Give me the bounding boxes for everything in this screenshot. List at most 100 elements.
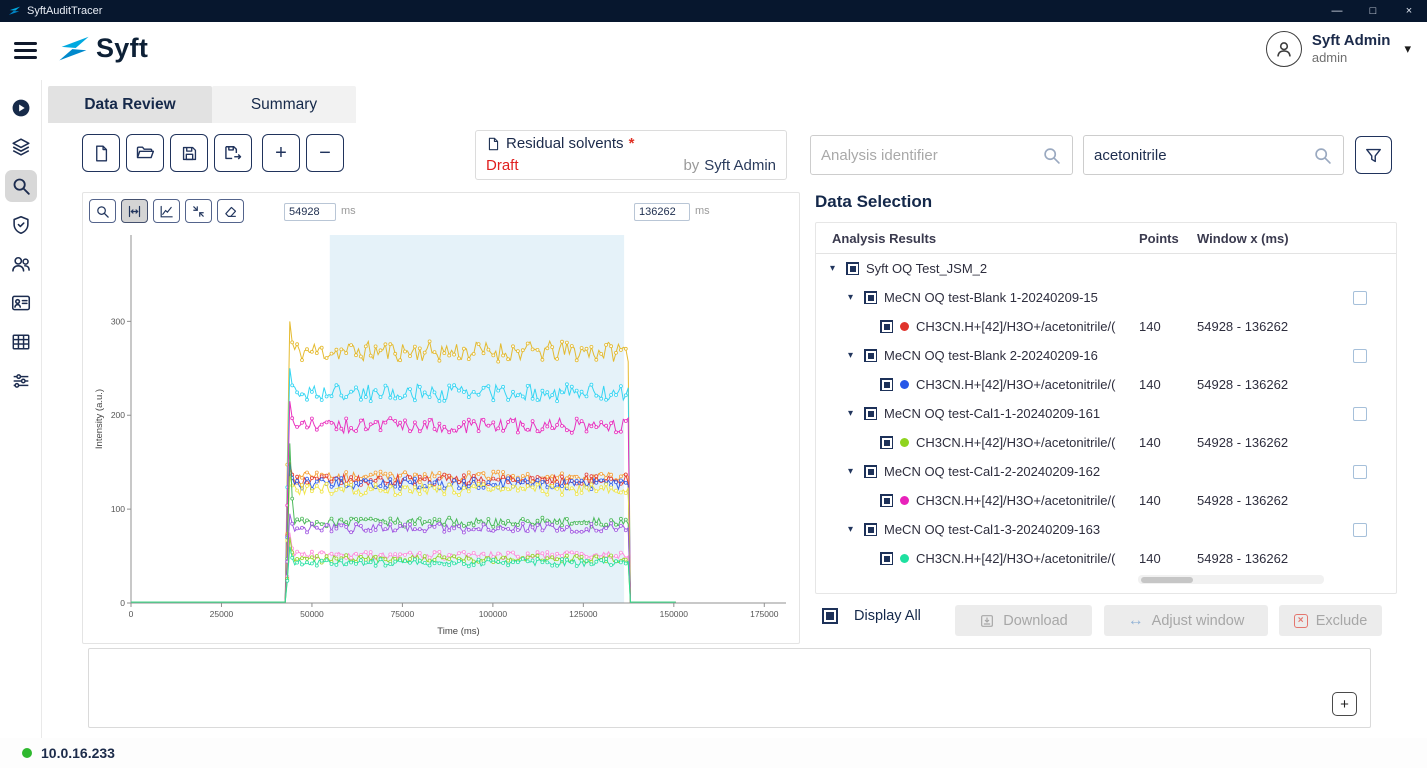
- search-icon[interactable]: [1041, 145, 1062, 166]
- download-button[interactable]: Download: [955, 605, 1092, 636]
- x-axis-label: Time (ms): [437, 626, 479, 637]
- group-select-checkbox[interactable]: [1353, 523, 1367, 537]
- trace-color-dot: [900, 380, 909, 389]
- user-menu[interactable]: Syft Admin admin ▾: [1266, 31, 1411, 67]
- compound-search-input[interactable]: [1094, 147, 1304, 164]
- chart-line-tool[interactable]: [153, 199, 180, 223]
- sidebar-item-quality[interactable]: [5, 209, 37, 241]
- tree-checkbox[interactable]: [864, 349, 877, 362]
- svg-text:300: 300: [111, 316, 125, 326]
- chart-zoom-tool[interactable]: [89, 199, 116, 223]
- display-all-toggle[interactable]: Display All: [822, 608, 921, 624]
- trace-label: CH3CN.H+[42]/H3O+/acetonitrile/(: [916, 435, 1115, 450]
- new-document-button[interactable]: [82, 134, 120, 172]
- sidebar-item-data-review[interactable]: [5, 170, 37, 202]
- tab-summary[interactable]: Summary: [212, 86, 356, 123]
- chevron-down-icon[interactable]: ▾: [1404, 41, 1411, 57]
- window-value: 54928 - 136262: [1197, 319, 1288, 334]
- tree-root-row[interactable]: ▾Syft OQ Test_JSM_2: [816, 254, 1396, 283]
- tree-group-row[interactable]: ▾MeCN OQ test-Blank 2-20240209-16: [816, 341, 1396, 370]
- intensity-time-chart[interactable]: 0250005000075000100000125000150000175000…: [91, 227, 796, 639]
- analysis-identifier-search: [810, 135, 1073, 175]
- chart-selection-window[interactable]: [330, 235, 624, 603]
- analysis-identifier-input[interactable]: [821, 147, 1033, 164]
- maximize-button[interactable]: □: [1355, 0, 1391, 22]
- tree-trace-row[interactable]: CH3CN.H+[42]/H3O+/acetonitrile/(14054928…: [816, 486, 1396, 515]
- zoom-icon: [95, 204, 110, 219]
- group-select-checkbox[interactable]: [1353, 291, 1367, 305]
- window-start-unit: ms: [341, 205, 356, 217]
- window-start-input[interactable]: [284, 203, 336, 221]
- tree-trace-row[interactable]: CH3CN.H+[42]/H3O+/acetonitrile/(14054928…: [816, 428, 1396, 457]
- tree-checkbox[interactable]: [880, 320, 893, 333]
- svg-text:75000: 75000: [391, 609, 415, 619]
- caret-down-icon[interactable]: ▾: [848, 350, 864, 361]
- save-button[interactable]: [170, 134, 208, 172]
- tree-checkbox[interactable]: [864, 465, 877, 478]
- annotations-panel: +: [88, 648, 1371, 728]
- tree-checkbox[interactable]: [880, 494, 893, 507]
- tree-group-row[interactable]: ▾MeCN OQ test-Cal1-3-20240209-163: [816, 515, 1396, 544]
- user-meta: Syft Admin admin: [1312, 32, 1391, 66]
- trace-color-dot: [900, 496, 909, 505]
- chart-erase-tool[interactable]: [217, 199, 244, 223]
- group-select-checkbox[interactable]: [1353, 465, 1367, 479]
- document-icon: [486, 136, 501, 152]
- download-icon: [979, 613, 995, 629]
- minimize-button[interactable]: —: [1319, 0, 1355, 22]
- caret-down-icon[interactable]: ▾: [848, 466, 864, 477]
- tree-checkbox[interactable]: [880, 552, 893, 565]
- tree-checkbox[interactable]: [880, 436, 893, 449]
- tree-checkbox[interactable]: [864, 407, 877, 420]
- tree-group-row[interactable]: ▾MeCN OQ test-Blank 1-20240209-15: [816, 283, 1396, 312]
- tree-checkbox[interactable]: [880, 378, 893, 391]
- chart-panel: ms ms 0250005000075000100000125000150000…: [82, 192, 800, 644]
- chart-toolbar: [89, 199, 244, 223]
- sidebar-item-batches[interactable]: [5, 131, 37, 163]
- save-as-button[interactable]: [214, 134, 252, 172]
- group-select-checkbox[interactable]: [1353, 349, 1367, 363]
- close-button[interactable]: ×: [1391, 0, 1427, 22]
- caret-down-icon[interactable]: ▾: [848, 292, 864, 303]
- trace-label: CH3CN.H+[42]/H3O+/acetonitrile/(: [916, 319, 1115, 334]
- caret-down-icon[interactable]: ▾: [830, 263, 846, 274]
- tree-checkbox[interactable]: [864, 291, 877, 304]
- tree-trace-row[interactable]: CH3CN.H+[42]/H3O+/acetonitrile/(14054928…: [816, 312, 1396, 341]
- caret-down-icon[interactable]: ▾: [848, 524, 864, 535]
- results-tree: ▾Syft OQ Test_JSM_2▾MeCN OQ test-Blank 1…: [816, 254, 1396, 573]
- exclude-button[interactable]: × Exclude: [1279, 605, 1382, 636]
- zoom-in-button[interactable]: +: [262, 134, 300, 172]
- caret-down-icon[interactable]: ▾: [848, 408, 864, 419]
- hamburger-menu-icon[interactable]: [14, 42, 37, 59]
- tree-group-row[interactable]: ▾MeCN OQ test-Cal1-1-20240209-161: [816, 399, 1396, 428]
- table-header: Analysis Results Points Window x (ms): [816, 223, 1396, 254]
- chart-collapse-tool[interactable]: [185, 199, 212, 223]
- open-button[interactable]: [126, 134, 164, 172]
- sidebar-item-run[interactable]: [5, 92, 37, 124]
- tree-trace-row[interactable]: CH3CN.H+[42]/H3O+/acetonitrile/(14054928…: [816, 370, 1396, 399]
- svg-text:100: 100: [111, 504, 125, 514]
- sidebar-item-contacts[interactable]: [5, 287, 37, 319]
- filter-button[interactable]: [1355, 136, 1392, 174]
- search-icon[interactable]: [1312, 145, 1333, 166]
- points-value: 140: [1139, 435, 1161, 450]
- tab-data-review[interactable]: Data Review: [48, 86, 212, 123]
- tree-trace-row[interactable]: CH3CN.H+[42]/H3O+/acetonitrile/(14054928…: [816, 544, 1396, 573]
- tree-group-row[interactable]: ▾MeCN OQ test-Cal1-2-20240209-162: [816, 457, 1396, 486]
- tree-checkbox[interactable]: [864, 523, 877, 536]
- window-end-input[interactable]: [634, 203, 690, 221]
- group-select-checkbox[interactable]: [1353, 407, 1367, 421]
- add-button[interactable]: +: [1332, 692, 1357, 716]
- sidebar-item-settings[interactable]: [5, 365, 37, 397]
- display-all-checkbox[interactable]: [822, 608, 838, 624]
- adjust-window-button[interactable]: ↔ Adjust window: [1104, 605, 1268, 636]
- zoom-out-button[interactable]: −: [306, 134, 344, 172]
- chart-span-tool[interactable]: [121, 199, 148, 223]
- sidebar-item-tables[interactable]: [5, 326, 37, 358]
- scrollbar-thumb[interactable]: [1141, 577, 1193, 583]
- sidebar-item-users[interactable]: [5, 248, 37, 280]
- display-all-label: Display All: [854, 608, 921, 624]
- horizontal-scrollbar[interactable]: [1138, 575, 1324, 584]
- tree-checkbox[interactable]: [846, 262, 859, 275]
- server-ip: 10.0.16.233: [41, 745, 115, 761]
